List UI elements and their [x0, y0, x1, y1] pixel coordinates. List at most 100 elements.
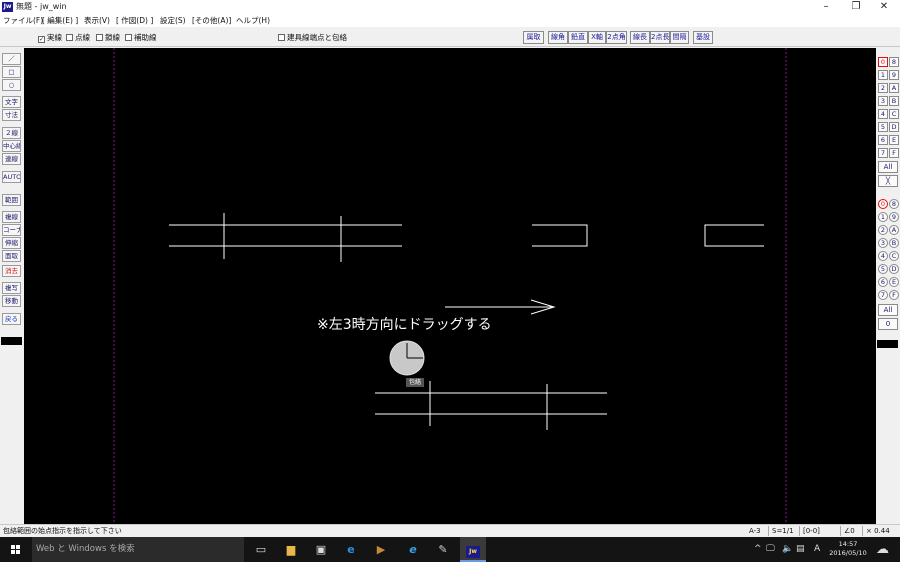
minimize-button[interactable]: –	[812, 0, 840, 14]
paint-app-icon[interactable]: ✎	[430, 537, 456, 562]
layer-a[interactable]: A	[889, 225, 899, 235]
layer-group-6[interactable]: 6	[878, 135, 888, 145]
notification-icon[interactable]: ▤	[796, 537, 805, 562]
taskbar-search-box[interactable]: Web と Windows を検索	[32, 537, 244, 562]
x-axis-button[interactable]: X軸	[588, 31, 606, 44]
edge-browser-icon[interactable]: e	[338, 537, 364, 562]
layer-c[interactable]: C	[889, 251, 899, 261]
internet-explorer-icon[interactable]: e	[400, 537, 426, 562]
center-line-tool[interactable]: 中心線	[2, 140, 21, 152]
aux-line-option[interactable]: 補助線	[125, 33, 157, 43]
copy-line-tool[interactable]: 複線	[2, 211, 21, 223]
ime-indicator[interactable]: A	[814, 537, 820, 562]
media-player-icon[interactable]: ▶	[368, 537, 394, 562]
layer-group-4[interactable]: 4	[878, 109, 888, 119]
erase-tool[interactable]: 消去	[2, 265, 21, 277]
layer-8[interactable]: 8	[889, 199, 899, 209]
vertical-button[interactable]: 鉛直	[568, 31, 588, 44]
layer-group-cross-button[interactable]: ╳	[878, 175, 898, 187]
drawing-canvas[interactable]: ※左3時方向にドラッグする 包絡	[24, 48, 876, 524]
layer-group-d[interactable]: D	[889, 122, 899, 132]
volume-icon[interactable]: 🔈	[782, 537, 793, 562]
dotted-line-option[interactable]: 点線	[66, 33, 90, 43]
menu-help[interactable]: ヘルプ(H)	[236, 14, 270, 27]
circle-tool[interactable]: ○	[2, 79, 21, 91]
layer-7[interactable]: 7	[878, 290, 888, 300]
layer-1[interactable]: 1	[878, 212, 888, 222]
fixture-endpoint-checkbox[interactable]	[278, 34, 285, 41]
two-point-length-button[interactable]: 2点長	[650, 31, 670, 44]
layer-group-8[interactable]: 8	[889, 57, 899, 67]
layer-group-f[interactable]: F	[889, 148, 899, 158]
two-point-angle-button[interactable]: 2点角	[606, 31, 627, 44]
duplicate-tool[interactable]: 複写	[2, 282, 21, 294]
store-icon[interactable]: ▣	[308, 537, 334, 562]
fixture-endpoint-option[interactable]: 建具線端点と包絡	[278, 33, 347, 43]
layer-5[interactable]: 5	[878, 264, 888, 274]
line-length-button[interactable]: 線長	[630, 31, 650, 44]
zoom-indicator[interactable]: × 0.44	[862, 526, 890, 536]
chamfer-tool[interactable]: 面取	[2, 250, 21, 262]
extend-tool[interactable]: 伸縮	[2, 237, 21, 249]
continuous-line-tool[interactable]: 連線	[2, 153, 21, 165]
maximize-button[interactable]: ❐	[842, 0, 870, 14]
solid-line-option[interactable]: ✓ 実線	[38, 33, 62, 43]
layer-group-c[interactable]: C	[889, 109, 899, 119]
layer-all-button[interactable]: All	[878, 304, 898, 316]
layer-line-indicator[interactable]	[877, 338, 898, 348]
layer-d[interactable]: D	[889, 264, 899, 274]
line-tool[interactable]: ／	[2, 53, 21, 65]
layer-zero-button[interactable]: 0	[878, 318, 898, 330]
layer-group-7[interactable]: 7	[878, 148, 888, 158]
layer-group-all-button[interactable]: All	[878, 161, 898, 173]
layer-group-2[interactable]: 2	[878, 83, 888, 93]
auto-mode-tool[interactable]: AUTO	[2, 171, 21, 183]
windows-start-button[interactable]	[0, 537, 32, 562]
double-line-tool[interactable]: ２線	[2, 127, 21, 139]
layer-group-3[interactable]: 3	[878, 96, 888, 106]
close-button[interactable]: ✕	[870, 0, 898, 14]
line-width-indicator[interactable]	[1, 335, 22, 345]
layer-group-9[interactable]: 9	[889, 70, 899, 80]
rectangle-tool[interactable]: □	[2, 66, 21, 78]
layer-e[interactable]: E	[889, 277, 899, 287]
paper-size-indicator[interactable]: A-3	[746, 526, 761, 536]
network-icon[interactable]: 🖵	[766, 537, 775, 562]
aux-line-checkbox[interactable]	[125, 34, 132, 41]
weather-cloud-icon[interactable]: ☁	[876, 537, 889, 562]
menu-draw[interactable]: [ 作図(D) ]	[116, 14, 153, 27]
base-setting-button[interactable]: 基設	[693, 31, 713, 44]
layer-group-0[interactable]: 0	[878, 57, 888, 67]
menu-settings[interactable]: 設定(S)	[160, 14, 186, 27]
chain-line-checkbox[interactable]	[96, 34, 103, 41]
dotted-line-checkbox[interactable]	[66, 34, 73, 41]
layer-0[interactable]: 0	[878, 199, 888, 209]
task-view-icon[interactable]: ▭	[248, 537, 274, 562]
layer-f[interactable]: F	[889, 290, 899, 300]
taskbar-clock[interactable]: 14:57 2016/05/10	[826, 540, 870, 558]
menu-file[interactable]: ファイル(F)	[3, 14, 43, 27]
layer-4[interactable]: 4	[878, 251, 888, 261]
line-angle-button[interactable]: 線角	[548, 31, 568, 44]
layer-6[interactable]: 6	[878, 277, 888, 287]
jw-cad-taskbar-icon[interactable]: Jw	[460, 537, 486, 562]
layer-group-5[interactable]: 5	[878, 122, 888, 132]
layer-group-e[interactable]: E	[889, 135, 899, 145]
layer-9[interactable]: 9	[889, 212, 899, 222]
menu-view[interactable]: 表示(V)	[84, 14, 110, 27]
range-select-tool[interactable]: 範囲	[2, 194, 21, 206]
interval-button[interactable]: 間隔	[670, 31, 689, 44]
angle-indicator[interactable]: ∠0	[840, 526, 855, 536]
undo-tool[interactable]: 戻る	[2, 313, 21, 325]
layer-group-a[interactable]: A	[889, 83, 899, 93]
scale-indicator[interactable]: S=1/1	[768, 526, 794, 536]
text-tool[interactable]: 文字	[2, 96, 21, 108]
layer-3[interactable]: 3	[878, 238, 888, 248]
tray-overflow-icon[interactable]: ^	[754, 537, 762, 562]
menu-other[interactable]: [その他(A)]	[192, 14, 231, 27]
layer-group-1[interactable]: 1	[878, 70, 888, 80]
attr-get-button[interactable]: 属取	[523, 31, 544, 44]
layer-group-b[interactable]: B	[889, 96, 899, 106]
dimension-tool[interactable]: 寸法	[2, 109, 21, 121]
chain-line-option[interactable]: 鎖線	[96, 33, 120, 43]
